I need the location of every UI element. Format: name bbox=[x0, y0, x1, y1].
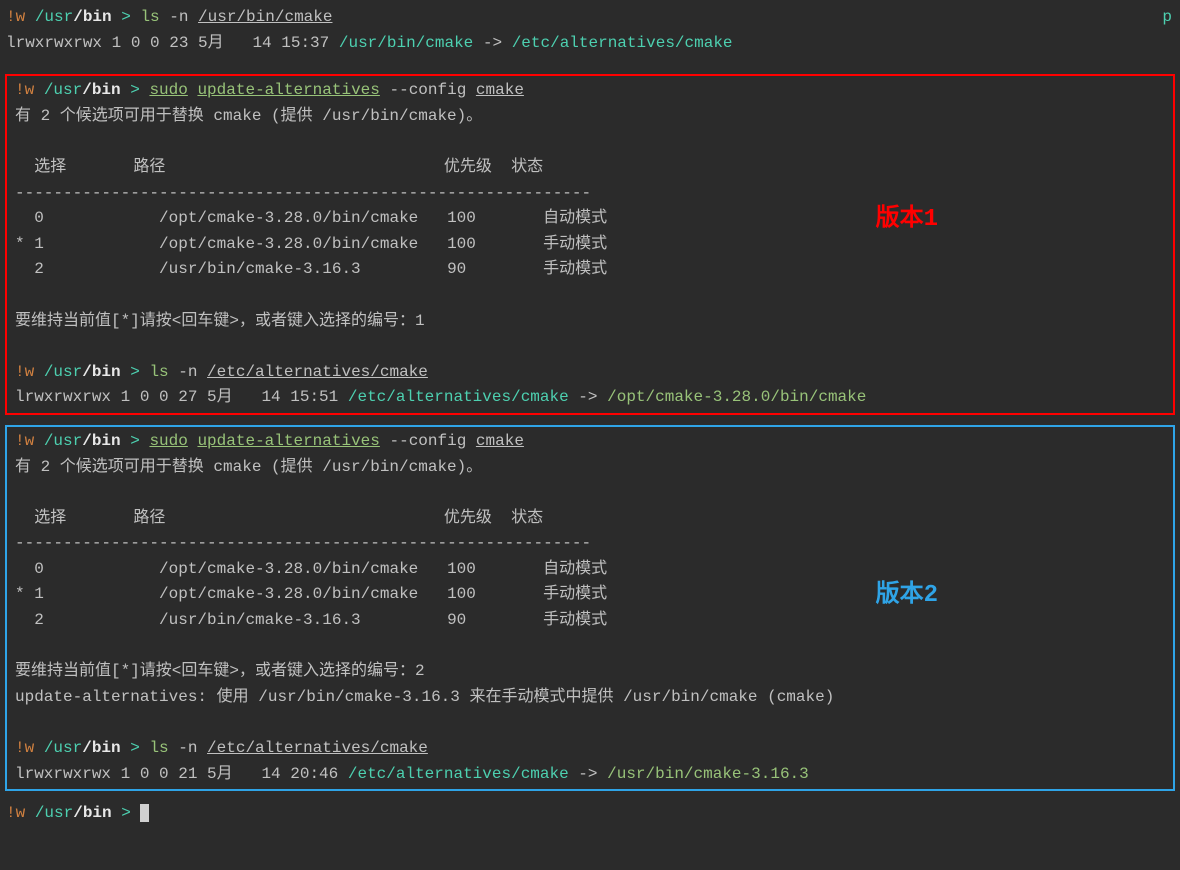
path-usr: /usr bbox=[44, 81, 82, 99]
alt-row: 2 /usr/bin/cmake-3.16.3 90 手动模式 bbox=[9, 608, 1171, 634]
terminal-line: lrwxrwxrwx 1 0 0 21 5月 14 20:46 /etc/alt… bbox=[9, 762, 1171, 788]
prompt-arrow: > bbox=[121, 363, 150, 381]
prompt-w: !w bbox=[15, 81, 44, 99]
cmd-sudo: sudo bbox=[149, 432, 187, 450]
path-bin: /bin bbox=[82, 363, 120, 381]
alt-ask: 要维持当前值[*]请按<回车键>，或者键入选择的编号：1 bbox=[9, 309, 1171, 335]
cmd-flags: -n bbox=[169, 363, 207, 381]
tmux-indicator: p bbox=[1162, 5, 1172, 31]
cmd-cm: cmake bbox=[476, 432, 524, 450]
alt-row: 0 /opt/cmake-3.28.0/bin/cmake 100 自动模式 bbox=[9, 206, 1171, 232]
alt-ask: 要维持当前值[*]请按<回车键>，或者键入选择的编号：2 bbox=[9, 659, 1171, 685]
out-perms: lrwxrwxrwx 1 0 0 23 5月 14 15:37 bbox=[6, 34, 339, 52]
alt-row: * 1 /opt/cmake-3.28.0/bin/cmake 100 手动模式 bbox=[9, 582, 1171, 608]
terminal-line bbox=[9, 334, 1171, 360]
out-link1: /etc/alternatives/cmake bbox=[348, 765, 569, 783]
prompt-w: !w bbox=[6, 804, 35, 822]
sp bbox=[188, 81, 198, 99]
terminal-line: !w /usr/bin > ls -n /etc/alternatives/cm… bbox=[9, 360, 1171, 386]
sp bbox=[188, 432, 198, 450]
alt-result: update-alternatives: 使用 /usr/bin/cmake-3… bbox=[9, 685, 1171, 711]
out-link1: /etc/alternatives/cmake bbox=[348, 388, 569, 406]
cmd-ls: ls bbox=[140, 8, 159, 26]
cmd-flags: --config bbox=[380, 432, 476, 450]
prompt-w: !w bbox=[15, 739, 44, 757]
cmd-cm: cmake bbox=[476, 81, 524, 99]
path-bin: /bin bbox=[73, 8, 111, 26]
terminal-line bbox=[9, 283, 1171, 309]
cmd-ua: update-alternatives bbox=[197, 432, 379, 450]
cmd-ls: ls bbox=[149, 363, 168, 381]
path-usr: /usr bbox=[44, 739, 82, 757]
terminal-line: 有 2 个候选项可用于替换 cmake (提供 /usr/bin/cmake)。 bbox=[9, 104, 1171, 130]
path-usr: /usr bbox=[44, 363, 82, 381]
cmd-path: /etc/alternatives/cmake bbox=[207, 739, 428, 757]
annotation-v2: 版本2 bbox=[876, 577, 938, 615]
path-bin: /bin bbox=[82, 739, 120, 757]
cmd-path: /usr/bin/cmake bbox=[198, 8, 332, 26]
terminal-prompt[interactable]: !w /usr/bin > bbox=[0, 801, 1180, 827]
path-usr: /usr bbox=[44, 432, 82, 450]
prompt-arrow: > bbox=[112, 8, 141, 26]
alt-row: 2 /usr/bin/cmake-3.16.3 90 手动模式 bbox=[9, 257, 1171, 283]
cmd-flags: --config bbox=[380, 81, 476, 99]
out-perms: lrwxrwxrwx 1 0 0 21 5月 14 20:46 bbox=[15, 765, 348, 783]
prompt-w: !w bbox=[15, 363, 44, 381]
prompt-w: !w bbox=[6, 8, 35, 26]
terminal-line bbox=[9, 129, 1171, 155]
prompt-w: !w bbox=[15, 432, 44, 450]
out-arrow: -> bbox=[569, 765, 607, 783]
alt-row: * 1 /opt/cmake-3.28.0/bin/cmake 100 手动模式 bbox=[9, 232, 1171, 258]
terminal-line bbox=[9, 710, 1171, 736]
path-usr: /usr bbox=[35, 8, 73, 26]
prompt-arrow: > bbox=[121, 739, 150, 757]
box-version1: 版本1 !w /usr/bin > sudo update-alternativ… bbox=[5, 74, 1175, 415]
terminal-line: !w /usr/bin > ls -n /etc/alternatives/cm… bbox=[9, 736, 1171, 762]
cmd-ua: update-alternatives bbox=[197, 81, 379, 99]
path-usr: /usr bbox=[35, 804, 73, 822]
terminal-line bbox=[9, 634, 1171, 660]
alt-divider: ----------------------------------------… bbox=[9, 531, 1171, 557]
out-arrow: -> bbox=[473, 34, 511, 52]
out-link2: /opt/cmake-3.28.0/bin/cmake bbox=[607, 388, 866, 406]
out-arrow: -> bbox=[569, 388, 607, 406]
terminal-line: lrwxrwxrwx 1 0 0 23 5月 14 15:37 /usr/bin… bbox=[0, 31, 1180, 57]
out-perms: lrwxrwxrwx 1 0 0 27 5月 14 15:51 bbox=[15, 388, 348, 406]
out-link2: /etc/alternatives/cmake bbox=[512, 34, 733, 52]
out-link1: /usr/bin/cmake bbox=[339, 34, 473, 52]
out-link2: /usr/bin/cmake-3.16.3 bbox=[607, 765, 809, 783]
path-bin: /bin bbox=[82, 81, 120, 99]
terminal-line: !w /usr/bin > sudo update-alternatives -… bbox=[9, 78, 1171, 104]
terminal-line bbox=[9, 480, 1171, 506]
cursor-icon bbox=[140, 804, 149, 822]
terminal-line: !w /usr/bin > ls -n /usr/bin/cmake bbox=[0, 5, 1180, 31]
path-bin: /bin bbox=[73, 804, 111, 822]
alt-header: 选择 路径 优先级 状态 bbox=[9, 155, 1171, 181]
path-bin: /bin bbox=[82, 432, 120, 450]
alt-header: 选择 路径 优先级 状态 bbox=[9, 506, 1171, 532]
terminal-line: 有 2 个候选项可用于替换 cmake (提供 /usr/bin/cmake)。 bbox=[9, 455, 1171, 481]
alt-divider: ----------------------------------------… bbox=[9, 181, 1171, 207]
box-version2: 版本2 !w /usr/bin > sudo update-alternativ… bbox=[5, 425, 1175, 791]
prompt-arrow: > bbox=[121, 432, 150, 450]
cmd-path: /etc/alternatives/cmake bbox=[207, 363, 428, 381]
prompt-arrow: > bbox=[121, 81, 150, 99]
cmd-flags: -n bbox=[160, 8, 198, 26]
cmd-flags: -n bbox=[169, 739, 207, 757]
prompt-arrow: > bbox=[112, 804, 141, 822]
cmd-sudo: sudo bbox=[149, 81, 187, 99]
terminal-line: !w /usr/bin > sudo update-alternatives -… bbox=[9, 429, 1171, 455]
annotation-v1: 版本1 bbox=[876, 201, 938, 239]
terminal-line: lrwxrwxrwx 1 0 0 27 5月 14 15:51 /etc/alt… bbox=[9, 385, 1171, 411]
cmd-ls: ls bbox=[149, 739, 168, 757]
alt-row: 0 /opt/cmake-3.28.0/bin/cmake 100 自动模式 bbox=[9, 557, 1171, 583]
